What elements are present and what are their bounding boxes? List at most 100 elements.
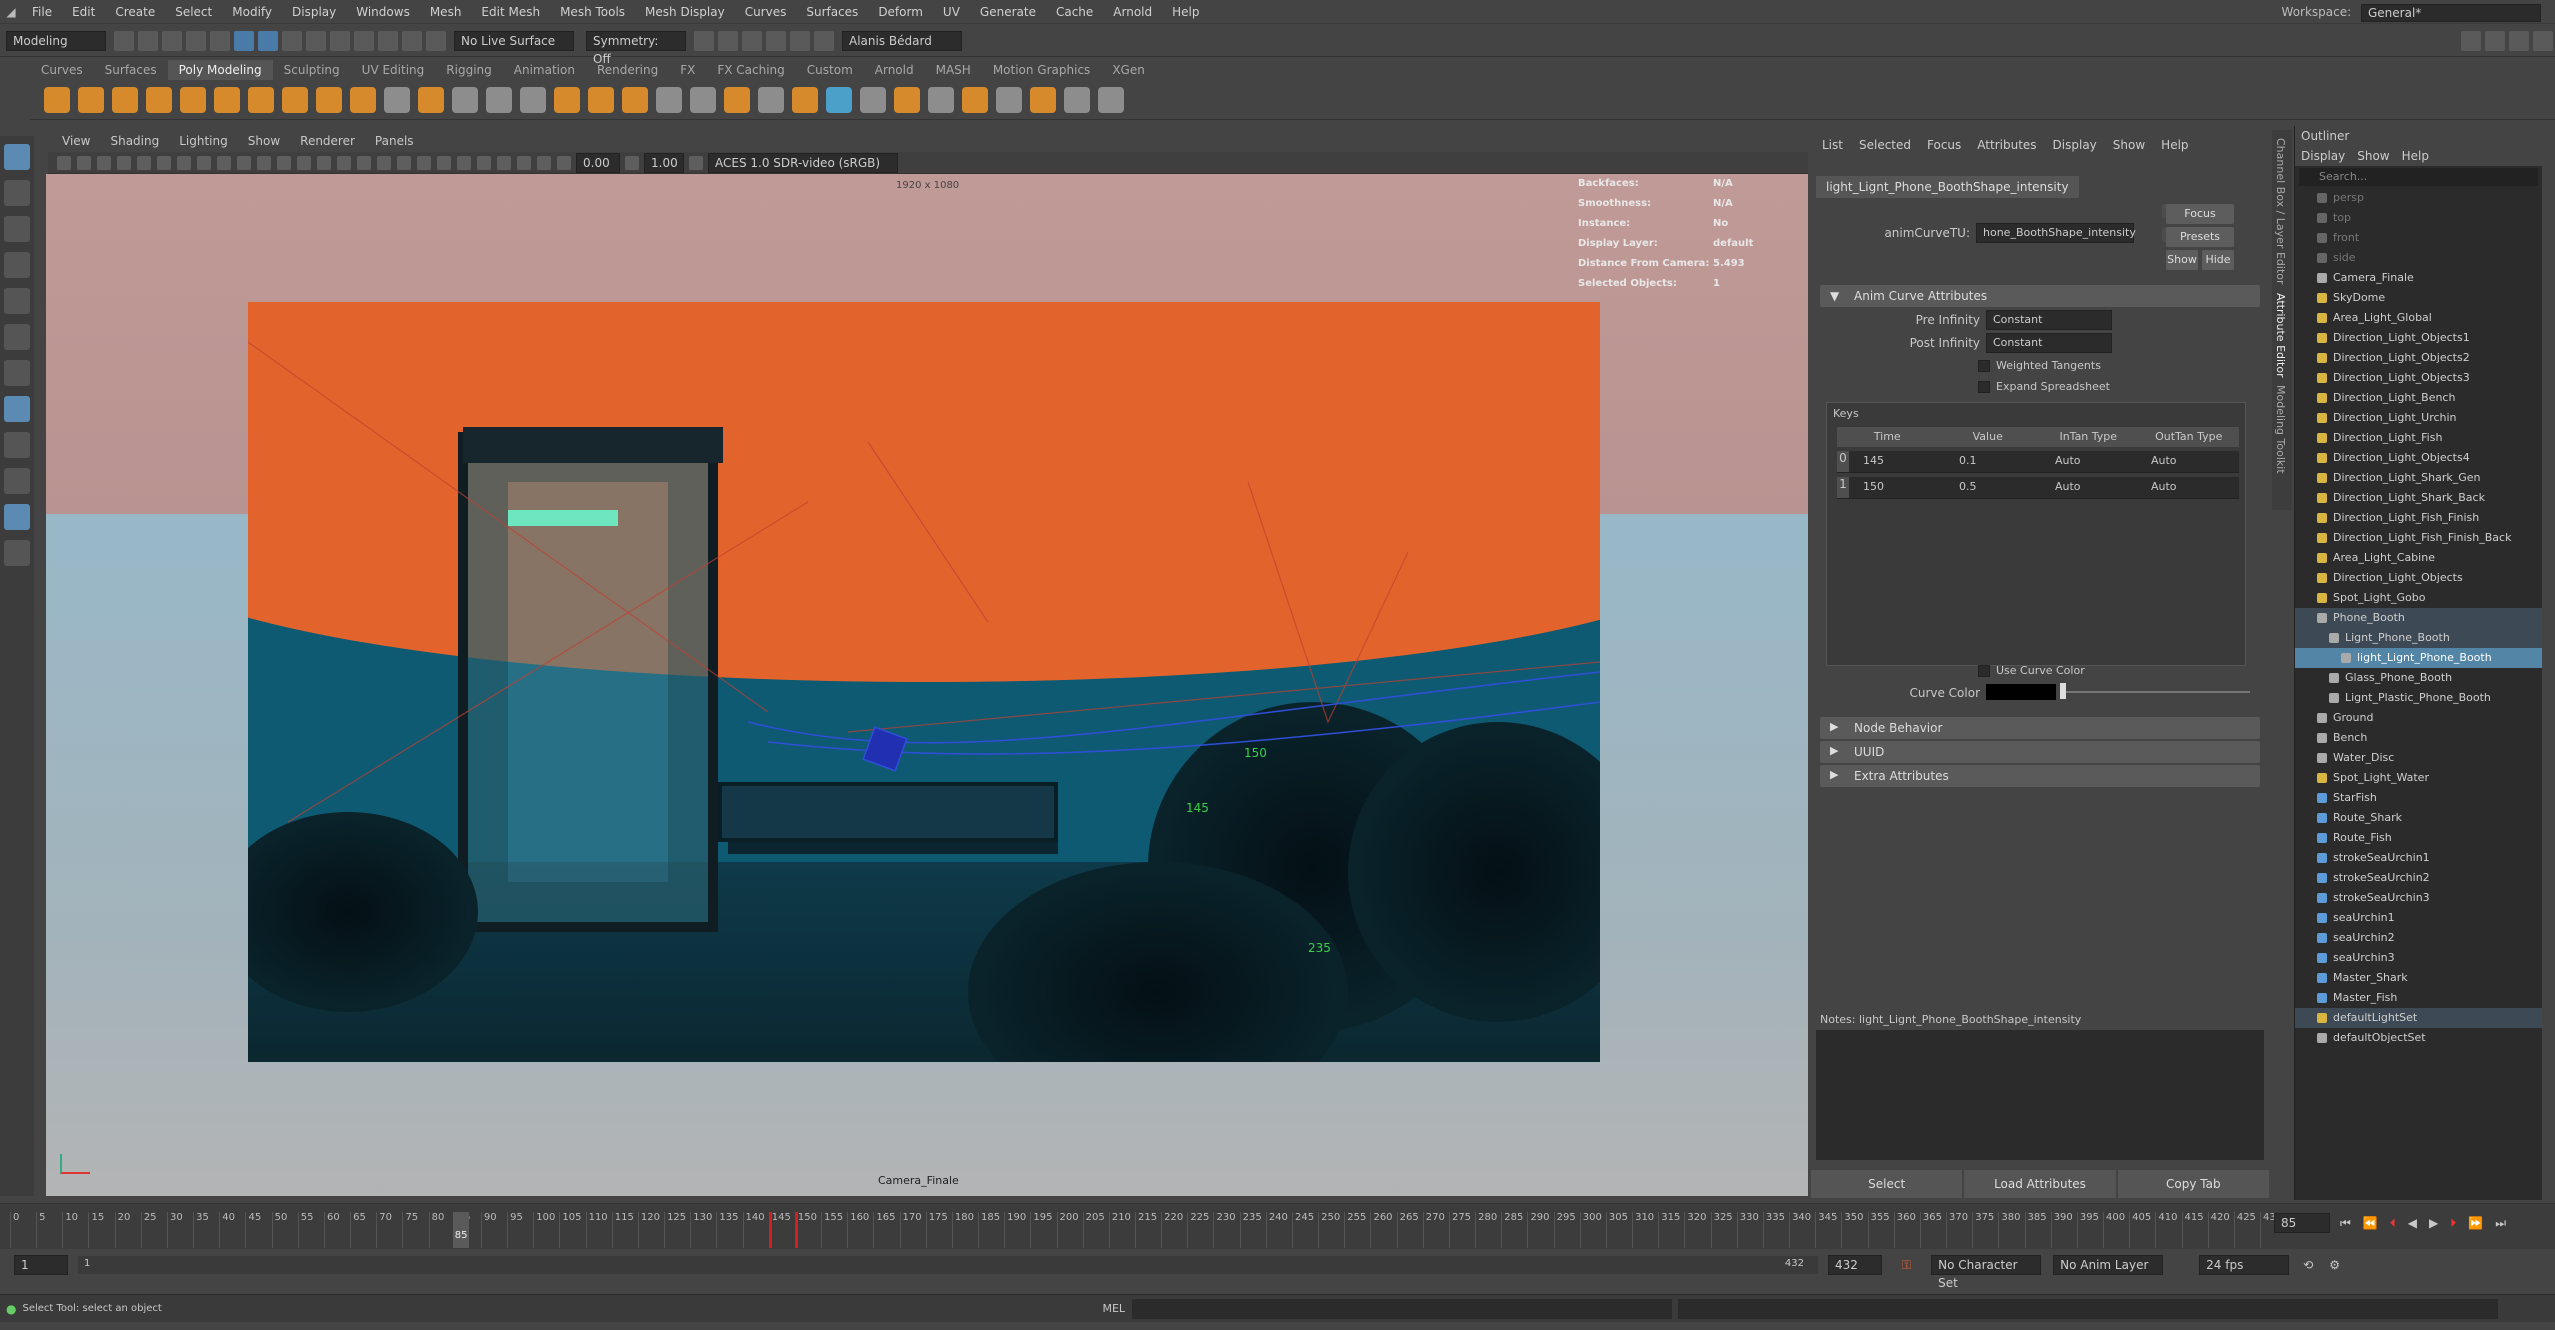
open-scene-icon[interactable] bbox=[138, 30, 158, 51]
shelf-tab-fx[interactable]: FX bbox=[669, 60, 706, 80]
poly-platonic-icon[interactable] bbox=[282, 86, 308, 113]
2d-pan-zoom-icon[interactable] bbox=[137, 155, 151, 170]
outliner-menu-help[interactable]: Help bbox=[2396, 146, 2435, 166]
node-name-field[interactable]: hone_BoothShape_intensity bbox=[1976, 223, 2136, 243]
show-button[interactable]: Show bbox=[2166, 250, 2198, 270]
outliner-item[interactable]: Master_Shark bbox=[2295, 968, 2542, 988]
outliner-item[interactable]: Area_Light_Cabine bbox=[2295, 548, 2542, 568]
viewport-menu-lighting[interactable]: Lighting bbox=[169, 130, 238, 152]
layout-4-icon[interactable] bbox=[2533, 30, 2553, 51]
keys-column-header[interactable]: InTan Type bbox=[2038, 427, 2139, 447]
poly-torus-icon[interactable] bbox=[180, 86, 206, 113]
outliner-item[interactable]: Direction_Light_Shark_Gen bbox=[2295, 468, 2542, 488]
key-cell[interactable]: Auto bbox=[2143, 477, 2239, 498]
weighted-tangents-checkbox[interactable] bbox=[1978, 360, 1990, 372]
append-icon[interactable] bbox=[792, 86, 818, 113]
insert-edge-loop-icon[interactable] bbox=[894, 86, 920, 113]
viewport-menu-view[interactable]: View bbox=[52, 130, 100, 152]
outliner-item[interactable]: seaUrchin2 bbox=[2295, 928, 2542, 948]
shadows-icon[interactable] bbox=[417, 155, 431, 170]
viewport-menu-show[interactable]: Show bbox=[238, 130, 290, 152]
fps-dropdown[interactable]: 24 fps bbox=[2199, 1255, 2290, 1275]
bevel-icon[interactable] bbox=[724, 86, 750, 113]
shelf-tab-xgen[interactable]: XGen bbox=[1101, 60, 1156, 80]
menu-modify[interactable]: Modify bbox=[222, 0, 282, 24]
post-infinity-dropdown[interactable]: Constant bbox=[1986, 333, 2112, 353]
shelf-tab-animation[interactable]: Animation bbox=[503, 60, 586, 80]
menu-mesh[interactable]: Mesh bbox=[420, 0, 472, 24]
outliner-item[interactable]: Lignt_Phone_Booth bbox=[2295, 628, 2542, 648]
range-bar[interactable]: 1 432 bbox=[78, 1256, 1818, 1274]
outliner-item[interactable]: strokeSeaUrchin2 bbox=[2295, 868, 2542, 888]
outliner-item[interactable]: light_Lignt_Phone_Booth bbox=[2295, 648, 2542, 668]
sculpt-icon[interactable] bbox=[928, 86, 954, 113]
gate-mask-icon[interactable] bbox=[237, 155, 251, 170]
shelf-tab-mash[interactable]: MASH bbox=[925, 60, 982, 80]
current-frame-field[interactable]: 85 bbox=[2274, 1213, 2330, 1233]
outliner-menu-show[interactable]: Show bbox=[2351, 146, 2395, 166]
shelf-tab-uv-editing[interactable]: UV Editing bbox=[351, 60, 436, 80]
viewport-menu-shading[interactable]: Shading bbox=[100, 130, 169, 152]
grid-icon[interactable] bbox=[452, 86, 478, 113]
curve-color-slider[interactable] bbox=[2060, 691, 2250, 693]
go-to-start-icon[interactable]: ⏮ bbox=[2340, 1216, 2351, 1231]
combine-icon[interactable] bbox=[486, 86, 512, 113]
auto-map-icon[interactable] bbox=[1030, 86, 1056, 113]
outliner-item[interactable]: Glass_Phone_Booth bbox=[2295, 668, 2542, 688]
safe-action-icon[interactable] bbox=[277, 155, 291, 170]
lasso-tool-icon[interactable] bbox=[4, 180, 30, 206]
save-scene-icon[interactable] bbox=[162, 30, 182, 51]
key-cell[interactable]: 0.1 bbox=[1951, 451, 2047, 472]
viewport-menu-renderer[interactable]: Renderer bbox=[290, 130, 365, 152]
poly-plane-icon[interactable] bbox=[214, 86, 240, 113]
ae-menu-show[interactable]: Show bbox=[2105, 130, 2153, 160]
menu-generate[interactable]: Generate bbox=[970, 0, 1046, 24]
poly-cone-icon[interactable] bbox=[146, 86, 172, 113]
poly-sphere-icon[interactable] bbox=[44, 86, 70, 113]
key-cell[interactable]: 145 bbox=[1855, 451, 1951, 472]
wireframe-on-shaded-icon[interactable] bbox=[357, 155, 371, 170]
menu-surfaces[interactable]: Surfaces bbox=[796, 0, 868, 24]
outliner-item[interactable]: Camera_Finale bbox=[2295, 268, 2542, 288]
outliner-item[interactable]: Direction_Light_Urchin bbox=[2295, 408, 2542, 428]
textured-icon[interactable] bbox=[377, 155, 391, 170]
anim-layer-dropdown[interactable]: No Anim Layer bbox=[2053, 1255, 2164, 1275]
outliner-item[interactable]: strokeSeaUrchin3 bbox=[2295, 888, 2542, 908]
shelf-tab-poly-modeling[interactable]: Poly Modeling bbox=[167, 60, 273, 80]
undo-icon[interactable] bbox=[186, 30, 206, 51]
user-account-dropdown[interactable]: Alanis Bédard bbox=[842, 30, 962, 51]
curve-color-swatch[interactable] bbox=[1986, 684, 2056, 700]
menu-cache[interactable]: Cache bbox=[1046, 0, 1103, 24]
layout-2-icon[interactable] bbox=[2485, 30, 2505, 51]
menuset-dropdown[interactable]: Modeling bbox=[6, 30, 106, 51]
hypershade-icon[interactable] bbox=[766, 30, 786, 51]
poly-cube-icon[interactable] bbox=[78, 86, 104, 113]
copy-tab-button[interactable]: Copy Tab bbox=[2117, 1170, 2269, 1198]
outliner-item[interactable]: StarFish bbox=[2295, 788, 2542, 808]
lock-icon[interactable] bbox=[306, 30, 326, 51]
separate-icon[interactable] bbox=[520, 86, 546, 113]
fill-hole-icon[interactable] bbox=[758, 86, 784, 113]
render-settings-icon[interactable] bbox=[742, 30, 762, 51]
xray-icon[interactable] bbox=[517, 155, 531, 170]
command-input[interactable] bbox=[1132, 1298, 1673, 1319]
outliner-item[interactable]: Bench bbox=[2295, 728, 2542, 748]
outliner-item[interactable]: SkyDome bbox=[2295, 288, 2542, 308]
ambient-occlusion-icon[interactable] bbox=[437, 155, 451, 170]
go-to-end-icon[interactable]: ⏭ bbox=[2495, 1216, 2506, 1231]
step-forward-frame-icon[interactable]: ⏩ bbox=[2468, 1216, 2483, 1230]
menu-select[interactable]: Select bbox=[165, 0, 222, 24]
outliner-item[interactable]: Direction_Light_Fish bbox=[2295, 428, 2542, 448]
mirror-icon[interactable] bbox=[622, 86, 648, 113]
use-all-lights-icon[interactable] bbox=[397, 155, 411, 170]
boolean-icon[interactable] bbox=[588, 86, 614, 113]
select-tool-icon[interactable] bbox=[4, 144, 30, 170]
character-set-dropdown[interactable]: No Character Set bbox=[1931, 1255, 2042, 1290]
menu-windows[interactable]: Windows bbox=[346, 0, 420, 24]
play-backwards-icon[interactable]: ◀ bbox=[2408, 1216, 2417, 1230]
time-slider[interactable]: 0 5 10 15 20 25 30 35 40 45 50 55 60 65 70 75 80 85 90 95 10… bbox=[0, 1203, 2555, 1249]
menu-uv[interactable]: UV bbox=[933, 0, 970, 24]
paint-select-tool-icon[interactable] bbox=[4, 216, 30, 242]
outliner-item[interactable]: Direction_Light_Objects3 bbox=[2295, 368, 2542, 388]
key-row[interactable]: 0 145 0.1 Auto Auto bbox=[1837, 451, 2239, 473]
